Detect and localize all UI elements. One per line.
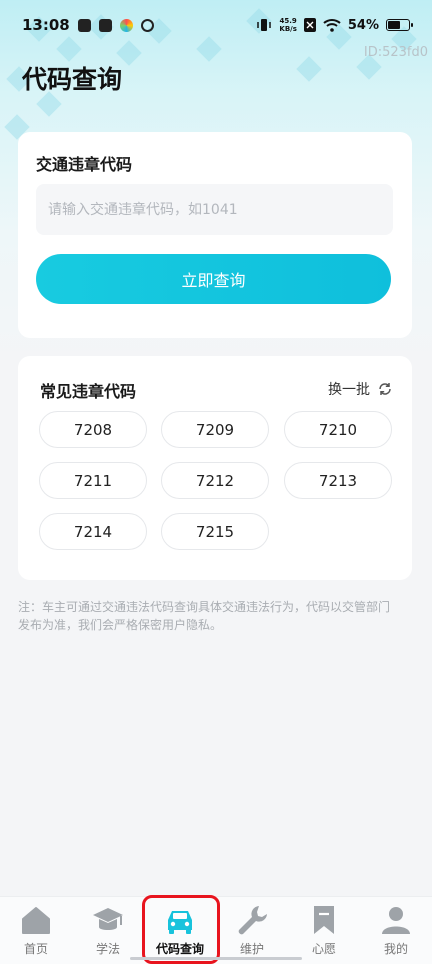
network-speed: 45.9 KB/s [279, 17, 296, 33]
active-tab-highlight [142, 895, 220, 964]
tab-profile[interactable]: 我的 [360, 897, 432, 964]
vibrate-icon [257, 19, 272, 31]
tab-home[interactable]: 首页 [0, 897, 72, 964]
app-notification-icon [77, 18, 91, 32]
search-card-title: 交通违章代码 [36, 155, 133, 174]
code-chip[interactable]: 7210 [284, 411, 392, 448]
tab-label: 我的 [383, 942, 408, 956]
tab-label: 学法 [95, 942, 120, 956]
wifi-icon [323, 19, 341, 32]
search-card: 交通违章代码 立即查询 [18, 132, 412, 338]
code-chip[interactable]: 7211 [39, 462, 147, 499]
bookmark-icon [314, 906, 334, 934]
home-icon [22, 907, 50, 934]
status-time: 13:08 [22, 16, 70, 34]
home-indicator[interactable] [130, 957, 302, 960]
user-id-label: ID:523fd0 [363, 45, 428, 60]
code-chip[interactable]: 7212 [161, 462, 269, 499]
refresh-button[interactable]: 换一批 [328, 379, 392, 399]
battery-icon [386, 19, 413, 31]
notification-icon [303, 18, 316, 32]
code-chip[interactable]: 7208 [39, 411, 147, 448]
tab-study[interactable]: 学法 [72, 897, 144, 964]
code-chip[interactable]: 7215 [161, 513, 269, 550]
page-title: 代码查询 [22, 65, 123, 94]
common-codes-card: 常见违章代码 换一批 7208 7209 7210 7211 7212 7213… [18, 356, 412, 580]
network-speed-value: 45.9 [279, 17, 297, 25]
app-notification-icon [119, 18, 133, 32]
wrench-icon [238, 906, 267, 935]
app-notification-icon [140, 18, 154, 32]
tab-label: 首页 [23, 942, 48, 956]
app-notification-icon [98, 18, 112, 32]
privacy-note: 注：车主可通过交通违法代码查询具体交通违法行为，代码以交管部门发布为准，我们会严… [18, 600, 391, 632]
refresh-label: 换一批 [328, 382, 370, 398]
battery-percent: 54% [347, 17, 379, 33]
graduation-cap-icon [93, 908, 123, 930]
tab-label: 心愿 [311, 942, 336, 956]
refresh-icon [379, 383, 391, 395]
common-codes-title: 常见违章代码 [40, 382, 137, 401]
tab-maintenance[interactable]: 维护 [216, 897, 288, 964]
tab-label: 维护 [239, 942, 264, 956]
status-bar: 13:08 45.9 KB/s 54% [0, 0, 432, 50]
code-chip[interactable]: 7214 [39, 513, 147, 550]
user-icon [382, 907, 410, 934]
code-search-input[interactable] [36, 184, 393, 235]
code-chip[interactable]: 7213 [284, 462, 392, 499]
code-chip[interactable]: 7209 [161, 411, 269, 448]
network-speed-unit: KB/s [279, 25, 297, 33]
query-button[interactable]: 立即查询 [36, 254, 391, 304]
tab-wish[interactable]: 心愿 [288, 897, 360, 964]
